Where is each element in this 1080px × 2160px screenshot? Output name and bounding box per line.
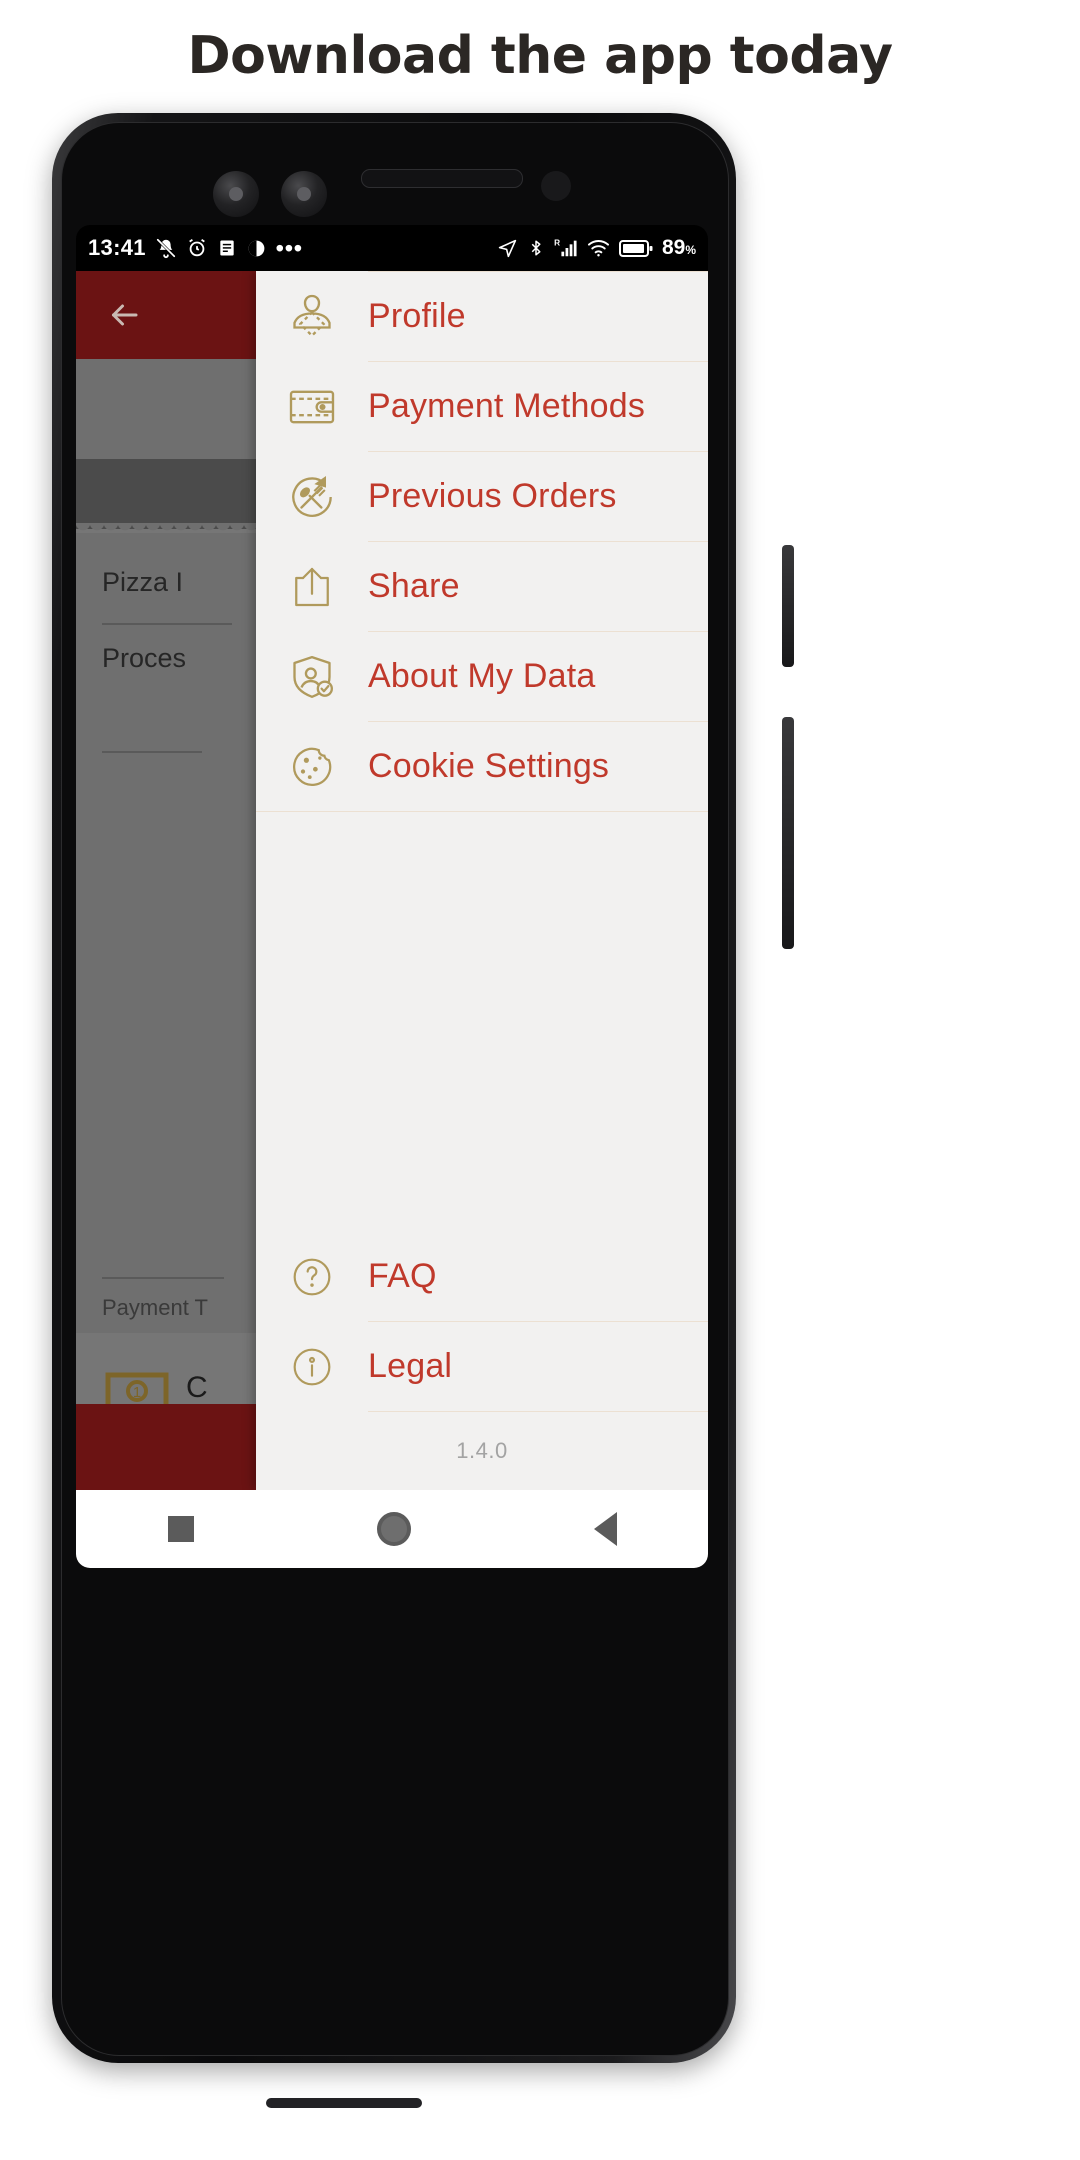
status-time: 13:41 <box>88 235 146 260</box>
front-camera-icon <box>213 171 259 217</box>
status-bar: 13:41 ••• R 89% <box>76 225 708 271</box>
svg-text:1: 1 <box>133 1384 141 1401</box>
question-circle-icon <box>256 1251 368 1303</box>
drawer-item-about-my-data[interactable]: About My Data <box>256 632 708 721</box>
drawer-item-label: Legal <box>368 1347 453 1385</box>
phone-screen: 13:41 ••• R 89% Pizza I Proces Payment T… <box>76 225 708 1490</box>
background-divider-3 <box>102 1277 224 1279</box>
front-camera-secondary-icon <box>281 171 327 217</box>
proximity-sensor-icon <box>541 171 571 201</box>
app-version-label: 1.4.0 <box>456 1438 508 1463</box>
drawer-bottom-padding <box>256 1464 708 1490</box>
bluetooth-icon <box>527 238 545 258</box>
battery-percent: 89% <box>661 236 696 259</box>
drawer-item-cookie-settings[interactable]: Cookie Settings <box>256 722 708 811</box>
drawer-item-label: Share <box>368 567 460 605</box>
battery-icon <box>618 239 653 258</box>
back-triangle-icon[interactable] <box>593 1512 617 1546</box>
navigation-drawer: Profile Payment Methods Previous Orders … <box>256 271 708 1490</box>
drawer-item-legal[interactable]: Legal <box>256 1322 708 1411</box>
wifi-icon <box>587 238 610 258</box>
profile-icon <box>256 289 368 345</box>
recents-square-icon[interactable] <box>167 1516 194 1542</box>
earpiece-speaker <box>361 169 523 188</box>
alarm-icon <box>186 237 208 259</box>
order-history-icon <box>256 469 368 525</box>
location-arrow-icon <box>497 238 518 259</box>
share-icon <box>256 560 368 614</box>
drawer-item-payment-methods[interactable]: Payment Methods <box>256 362 708 451</box>
page-title: Download the app today <box>187 26 894 86</box>
drawer-item-label: About My Data <box>368 657 596 695</box>
background-payment-value: C <box>186 1371 208 1404</box>
android-navigation-bar <box>76 1490 708 1568</box>
drawer-spacer <box>256 812 708 1232</box>
notes-icon <box>217 238 237 258</box>
bell-off-icon <box>155 237 177 259</box>
drawer-item-previous-orders[interactable]: Previous Orders <box>256 452 708 541</box>
background-text-line-2: Proces <box>102 643 187 673</box>
drawer-item-faq[interactable]: FAQ <box>256 1232 708 1321</box>
contrast-icon <box>246 238 267 259</box>
app-content-area: Pizza I Proces Payment T 1 C Profile Pay… <box>76 271 708 1490</box>
signal-roaming-icon: R <box>554 237 578 259</box>
drawer-item-label: Cookie Settings <box>368 747 610 785</box>
cookie-icon <box>256 740 368 794</box>
home-circle-icon[interactable] <box>376 1512 411 1546</box>
back-arrow-icon[interactable] <box>106 297 142 333</box>
svg-text:R: R <box>554 238 560 247</box>
screenshot-root: Download the app today 13:41 ••• R 89% P… <box>0 0 1080 2160</box>
volume-button[interactable] <box>782 717 794 949</box>
wallet-icon <box>256 379 368 435</box>
background-divider-2 <box>102 751 202 753</box>
background-divider-1 <box>102 623 232 625</box>
background-payment-label: Payment T <box>102 1295 208 1320</box>
background-text-line-1: Pizza I <box>102 567 184 597</box>
drawer-item-share[interactable]: Share <box>256 542 708 631</box>
drawer-item-label: Profile <box>368 297 466 335</box>
info-circle-icon <box>256 1341 368 1393</box>
drawer-item-label: Payment Methods <box>368 387 646 425</box>
more-dots-icon: ••• <box>275 235 303 261</box>
phone-bottom-accent <box>266 2098 422 2108</box>
drawer-item-profile[interactable]: Profile <box>256 272 708 361</box>
shield-user-check-icon <box>256 649 368 705</box>
drawer-item-label: FAQ <box>368 1257 437 1295</box>
power-button[interactable] <box>782 545 794 667</box>
drawer-item-label: Previous Orders <box>368 477 617 515</box>
